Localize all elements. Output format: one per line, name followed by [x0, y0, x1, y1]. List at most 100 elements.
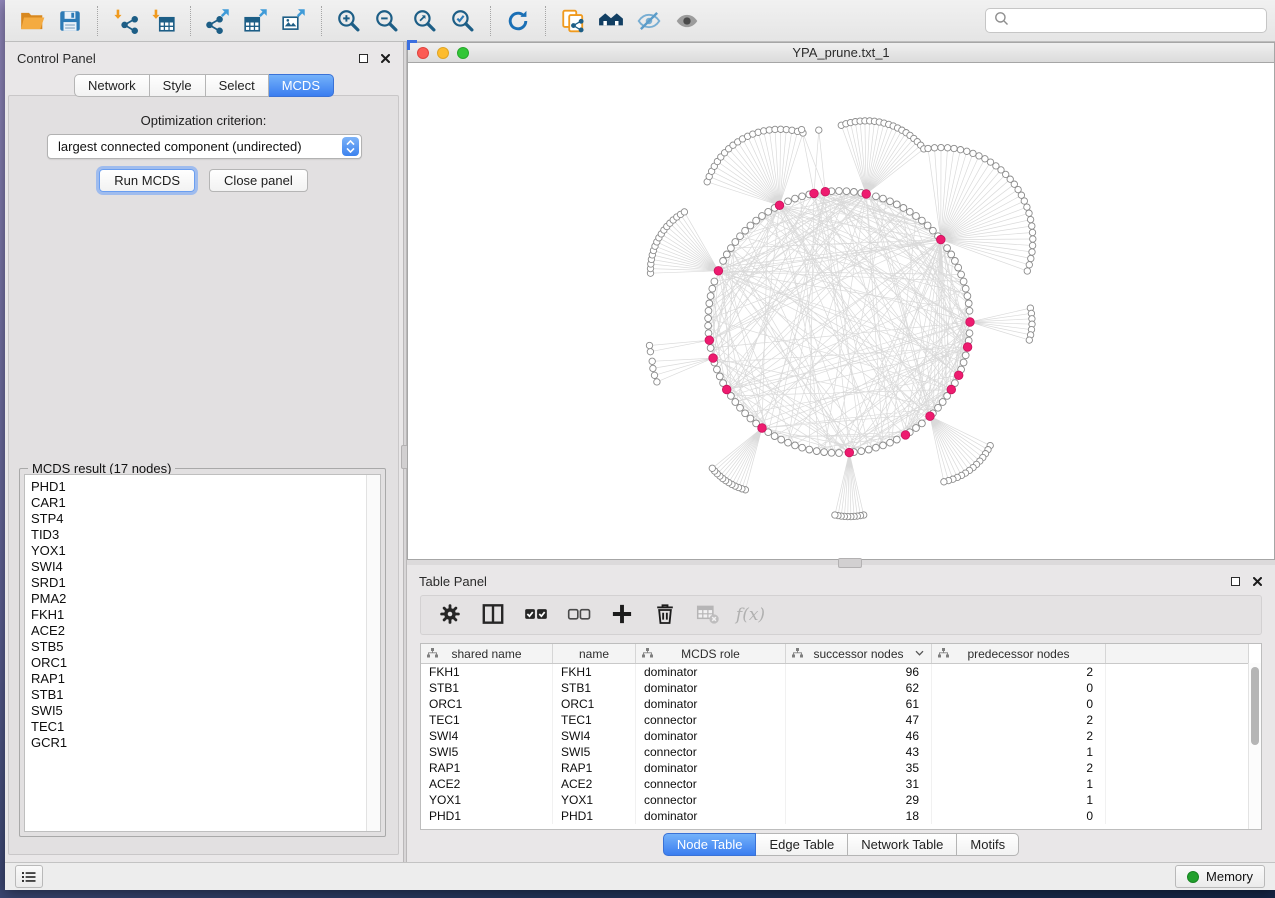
- column-header-shared-name[interactable]: shared name: [421, 644, 553, 663]
- duplicate-network-button[interactable]: [556, 4, 590, 38]
- delete-column-button[interactable]: [646, 598, 683, 632]
- cell-mcds_role: dominator: [636, 680, 786, 696]
- table-row[interactable]: YOX1YOX1connector291: [421, 792, 1261, 808]
- mcds-result-item[interactable]: PMA2: [31, 591, 360, 607]
- import-table-button[interactable]: [146, 4, 180, 38]
- run-mcds-button[interactable]: Run MCDS: [99, 169, 195, 192]
- network-canvas[interactable]: [407, 63, 1275, 560]
- zoom-fit-icon: [412, 8, 438, 34]
- mcds-result-item[interactable]: ACE2: [31, 623, 360, 639]
- table-panel-float-button[interactable]: [1230, 576, 1241, 587]
- show-all-icon: [674, 8, 700, 34]
- deselect-all-button[interactable]: [560, 598, 597, 632]
- zoom-selected-button[interactable]: [446, 4, 480, 38]
- column-header-predecessor-nodes[interactable]: predecessor nodes: [932, 644, 1106, 663]
- mcds-result-item[interactable]: STB1: [31, 687, 360, 703]
- hide-selected-button[interactable]: [632, 4, 666, 38]
- close-window-icon[interactable]: [417, 47, 429, 59]
- table-scrollbar-thumb[interactable]: [1251, 667, 1259, 745]
- toolbar-separator: [490, 6, 491, 36]
- column-header-MCDS-role[interactable]: MCDS role: [636, 644, 786, 663]
- toolbar-separator: [190, 6, 191, 36]
- table-panel-close-button[interactable]: [1252, 576, 1263, 587]
- table-row[interactable]: SWI5SWI5connector431: [421, 744, 1261, 760]
- cell-mcds_role: connector: [636, 744, 786, 760]
- tab-motifs[interactable]: Motifs: [957, 833, 1019, 856]
- table-row[interactable]: ORC1ORC1dominator610: [421, 696, 1261, 712]
- mcds-result-item[interactable]: CAR1: [31, 495, 360, 511]
- select-all-button[interactable]: [517, 598, 554, 632]
- mcds-result-item[interactable]: RAP1: [31, 671, 360, 687]
- tab-style[interactable]: Style: [150, 74, 206, 97]
- import-network-button[interactable]: [108, 4, 142, 38]
- add-column-icon: [609, 601, 635, 630]
- sort-desc-icon: [915, 650, 924, 656]
- table-row[interactable]: FKH1FKH1dominator962: [421, 664, 1261, 680]
- function-builder-icon: f(x): [736, 605, 765, 625]
- control-panel-close-button[interactable]: [380, 53, 391, 64]
- export-network-button[interactable]: [201, 4, 235, 38]
- column-header-successor-nodes[interactable]: successor nodes: [786, 644, 932, 663]
- cell-predecessor_nodes: 1: [932, 744, 1106, 760]
- export-image-button[interactable]: [277, 4, 311, 38]
- mcds-result-item[interactable]: TEC1: [31, 719, 360, 735]
- mcds-result-item[interactable]: GCR1: [31, 735, 360, 751]
- mcds-result-item[interactable]: SRD1: [31, 575, 360, 591]
- mcds-result-item[interactable]: PHD1: [31, 479, 360, 495]
- maximize-window-icon[interactable]: [457, 47, 469, 59]
- cell-shared_name: SWI5: [421, 744, 553, 760]
- graph-nodes[interactable]: [646, 118, 1036, 520]
- first-neighbors-button[interactable]: [594, 4, 628, 38]
- cell-name: YOX1: [553, 792, 636, 808]
- mcds-result-item[interactable]: TID3: [31, 527, 360, 543]
- table-row[interactable]: PHD1PHD1dominator180: [421, 808, 1261, 824]
- open-file-button[interactable]: [15, 4, 49, 38]
- mcds-result-item[interactable]: STP4: [31, 511, 360, 527]
- show-all-button[interactable]: [670, 4, 704, 38]
- cell-shared_name: ORC1: [421, 696, 553, 712]
- close-icon: [1253, 577, 1262, 586]
- table-row[interactable]: TEC1TEC1connector472: [421, 712, 1261, 728]
- save-session-button[interactable]: [53, 4, 87, 38]
- refresh-button[interactable]: [501, 4, 535, 38]
- table-row[interactable]: STB1STB1dominator620: [421, 680, 1261, 696]
- table-row[interactable]: ACE2ACE2connector311: [421, 776, 1261, 792]
- table-row[interactable]: RAP1RAP1dominator352: [421, 760, 1261, 776]
- export-table-button[interactable]: [239, 4, 273, 38]
- column-layout-button[interactable]: [474, 598, 511, 632]
- search-input[interactable]: [1015, 12, 1258, 29]
- mcds-result-item[interactable]: SWI4: [31, 559, 360, 575]
- close-panel-button[interactable]: Close panel: [209, 169, 308, 192]
- mcds-list-scrollbar[interactable]: [366, 475, 380, 831]
- zoom-out-button[interactable]: [370, 4, 404, 38]
- zoom-fit-button[interactable]: [408, 4, 442, 38]
- add-column-button[interactable]: [603, 598, 640, 632]
- tab-node-table[interactable]: Node Table: [663, 833, 757, 856]
- mcds-result-item[interactable]: ORC1: [31, 655, 360, 671]
- main-toolbar: [5, 0, 1275, 42]
- control-panel-float-button[interactable]: [358, 53, 369, 64]
- tab-network[interactable]: Network: [74, 74, 150, 97]
- column-header-name[interactable]: name: [553, 644, 636, 663]
- tab-network-table[interactable]: Network Table: [848, 833, 957, 856]
- minimize-window-icon[interactable]: [437, 47, 449, 59]
- cell-shared_name: SWI4: [421, 728, 553, 744]
- task-history-button[interactable]: [15, 865, 43, 888]
- optimization-criterion-select[interactable]: largest connected component (undirected): [47, 134, 362, 159]
- tab-edge-table[interactable]: Edge Table: [756, 833, 848, 856]
- settings-button[interactable]: [431, 598, 468, 632]
- network-graph[interactable]: [408, 63, 1274, 558]
- mcds-result-list[interactable]: PHD1CAR1STP4TID3YOX1SWI4SRD1PMA2FKH1ACE2…: [24, 474, 381, 832]
- table-row[interactable]: SWI4SWI4dominator462: [421, 728, 1261, 744]
- tab-select[interactable]: Select: [206, 74, 269, 97]
- mcds-result-item[interactable]: SWI5: [31, 703, 360, 719]
- network-window-titlebar[interactable]: YPA_prune.txt_1: [407, 42, 1275, 63]
- zoom-in-button[interactable]: [332, 4, 366, 38]
- mcds-result-item[interactable]: YOX1: [31, 543, 360, 559]
- memory-button[interactable]: Memory: [1175, 865, 1265, 888]
- cell-name: PHD1: [553, 808, 636, 824]
- tab-mcds[interactable]: MCDS: [269, 74, 334, 97]
- mcds-result-item[interactable]: STB5: [31, 639, 360, 655]
- search-box[interactable]: [985, 8, 1267, 33]
- mcds-result-item[interactable]: FKH1: [31, 607, 360, 623]
